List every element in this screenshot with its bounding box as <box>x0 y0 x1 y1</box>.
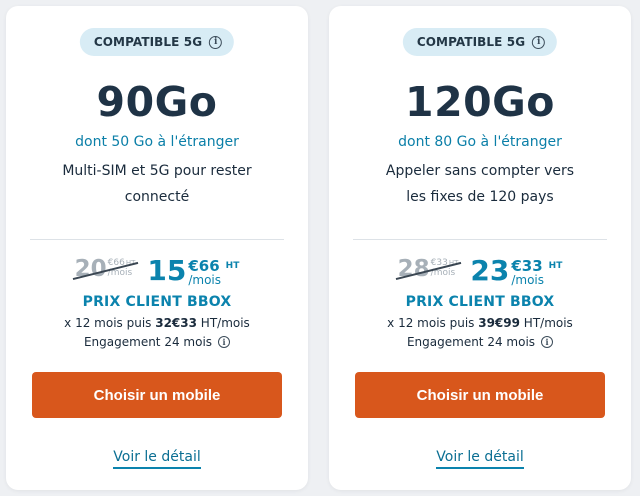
abroad-data-text: dont 50 Go à l'étranger <box>75 134 239 150</box>
duration-suffix: HT/mois <box>519 316 573 330</box>
duration-prefix: x 12 mois puis <box>387 316 479 330</box>
detail-link-wrap: Voir le détail <box>329 446 631 469</box>
info-icon[interactable] <box>209 35 223 49</box>
new-price-integer: 15 <box>147 254 187 287</box>
abroad-data-text: dont 80 Go à l'étranger <box>398 134 562 150</box>
engagement-row: Engagement 24 mois <box>329 335 631 349</box>
new-price: 23 €33 HT /mois <box>470 254 563 288</box>
feature-text: Multi-SIM et 5G pour rester connecté <box>62 163 252 205</box>
price-row: 28 €33HT /mois 23 €33HT /mois <box>329 256 631 287</box>
new-price: 15 €66 HT /mois <box>147 254 240 288</box>
info-icon[interactable] <box>218 336 231 348</box>
choose-mobile-button[interactable]: Choisir un mobile <box>355 372 605 418</box>
price-row: 20 €66HT /mois 15 €66HT /mois <box>6 256 308 287</box>
data-amount: 120Go <box>405 78 555 126</box>
new-price-period: /mois <box>511 273 545 287</box>
info-icon[interactable] <box>541 336 554 348</box>
view-detail-link[interactable]: Voir le détail <box>436 449 524 469</box>
divider <box>353 239 607 240</box>
detail-link-wrap: Voir le détail <box>6 446 308 469</box>
new-price-integer: 23 <box>470 254 510 287</box>
plan-card-90go: COMPATIBLE 5G 90Go dont 50 Go à l'étrang… <box>6 6 308 490</box>
duration-text: x 12 mois puis 39€99 HT/mois <box>329 316 631 330</box>
duration-suffix: HT/mois <box>196 316 250 330</box>
new-price-ht: HT <box>548 261 563 271</box>
divider <box>30 239 284 240</box>
badge-label: COMPATIBLE 5G <box>416 35 526 49</box>
compatible-5g-badge: COMPATIBLE 5G <box>79 28 235 56</box>
duration-prefix: x 12 mois puis <box>64 316 156 330</box>
new-price-ht: HT <box>225 261 240 271</box>
badge-label: COMPATIBLE 5G <box>93 35 203 49</box>
view-detail-link[interactable]: Voir le détail <box>113 449 201 469</box>
engagement-text: Engagement 24 mois <box>83 335 213 349</box>
plan-card-120go: COMPATIBLE 5G 120Go dont 80 Go à l'étran… <box>329 6 631 490</box>
info-icon[interactable] <box>532 35 546 49</box>
choose-mobile-button[interactable]: Choisir un mobile <box>32 372 282 418</box>
data-amount: 90Go <box>96 78 218 126</box>
new-price-period: /mois <box>188 273 222 287</box>
old-price: 28 €33HT /mois <box>395 256 461 282</box>
duration-price: 39€99 <box>478 316 520 330</box>
duration-text: x 12 mois puis 32€33 HT/mois <box>6 316 308 330</box>
feature-text: Appeler sans compter vers les fixes de 1… <box>385 163 575 205</box>
duration-price: 32€33 <box>155 316 197 330</box>
client-price-label: PRIX CLIENT BBOX <box>405 294 555 310</box>
engagement-row: Engagement 24 mois <box>6 335 308 349</box>
engagement-text: Engagement 24 mois <box>406 335 536 349</box>
compatible-5g-badge: COMPATIBLE 5G <box>402 28 558 56</box>
client-price-label: PRIX CLIENT BBOX <box>82 294 232 310</box>
old-price: 20 €66HT /mois <box>72 256 138 282</box>
